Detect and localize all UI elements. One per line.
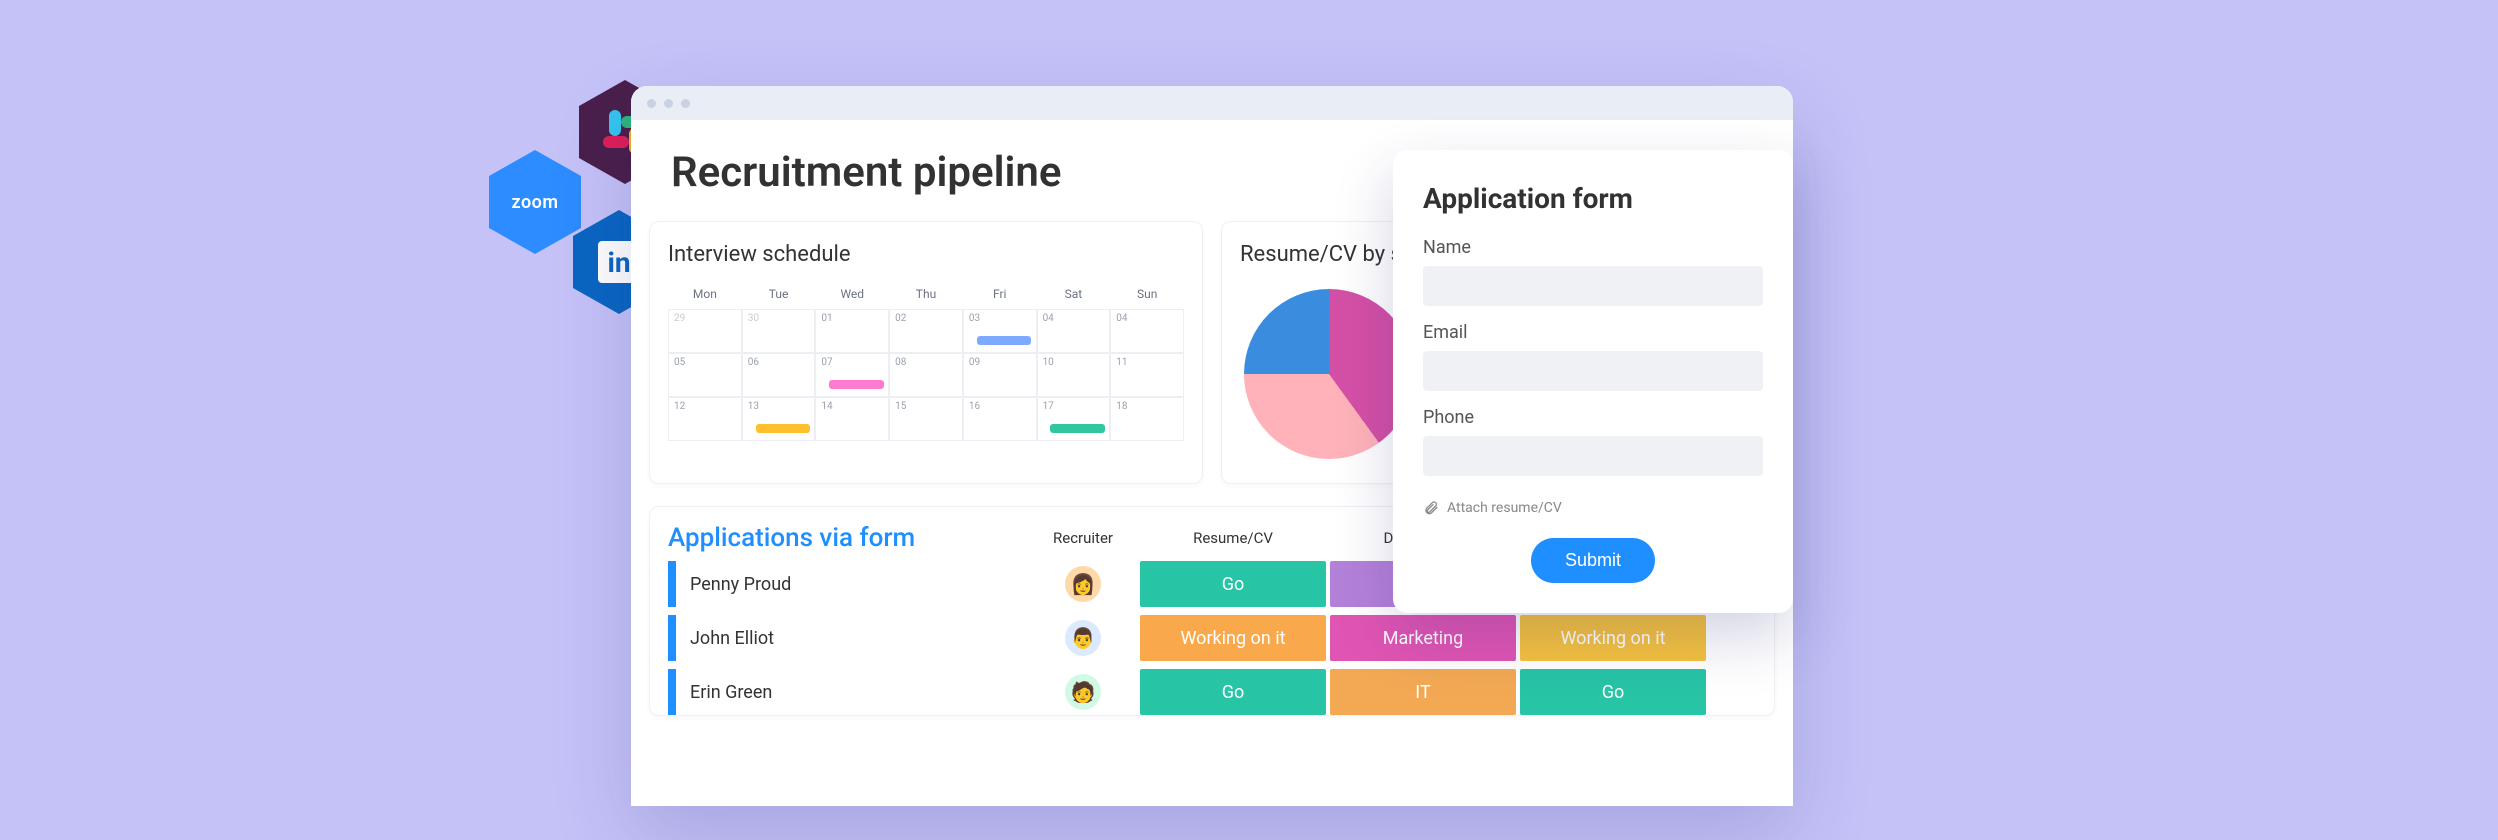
calendar-cell[interactable]: 03 xyxy=(963,309,1037,353)
calendar-cell[interactable]: 15 xyxy=(889,397,963,441)
applicant-name[interactable]: Penny Proud xyxy=(668,561,1028,607)
email-label: Email xyxy=(1423,322,1763,343)
recruiter-avatar[interactable]: 👨 xyxy=(1065,620,1101,656)
calendar-cell[interactable]: 16 xyxy=(963,397,1037,441)
calendar-cell[interactable]: 11 xyxy=(1110,353,1184,397)
calendar-cell[interactable]: 01 xyxy=(815,309,889,353)
column-header: Resume/CV xyxy=(1138,529,1328,547)
calendar-day-header: Sat xyxy=(1037,281,1111,309)
resume-status[interactable]: Working on it xyxy=(1140,615,1326,661)
calendar-event[interactable] xyxy=(829,380,884,389)
paperclip-icon xyxy=(1423,500,1439,516)
calendar-day-header: Wed xyxy=(815,281,889,309)
calendar-cell[interactable]: 06 xyxy=(742,353,816,397)
department-pill[interactable]: IT xyxy=(1330,669,1516,715)
interview-schedule-panel: Interview schedule MonTueWedThuFriSatSun… xyxy=(649,221,1203,484)
name-input[interactable] xyxy=(1423,266,1763,306)
calendar-cell[interactable]: 05 xyxy=(668,353,742,397)
calendar-day-header: Fri xyxy=(963,281,1037,309)
name-label: Name xyxy=(1423,237,1763,258)
application-form-card: Application form Name Email Phone Attach… xyxy=(1393,150,1793,613)
resume-status[interactable]: Go xyxy=(1140,561,1326,607)
calendar-cell[interactable]: 13 xyxy=(742,397,816,441)
calendar-cell[interactable]: 29 xyxy=(668,309,742,353)
phone-input[interactable] xyxy=(1423,436,1763,476)
resume-status[interactable]: Go xyxy=(1140,669,1326,715)
calendar-cell[interactable]: 07 xyxy=(815,353,889,397)
window-titlebar xyxy=(631,86,1793,120)
attach-resume-label: Attach resume/CV xyxy=(1447,500,1562,516)
calendar-day-header: Tue xyxy=(742,281,816,309)
window-dot xyxy=(647,99,656,108)
calendar-cell[interactable]: 30 xyxy=(742,309,816,353)
calendar-cell[interactable]: 10 xyxy=(1037,353,1111,397)
calendar-cell[interactable]: 04 xyxy=(1110,309,1184,353)
calendar-cell[interactable]: 12 xyxy=(668,397,742,441)
department-pill[interactable]: Marketing xyxy=(1330,615,1516,661)
zoom-icon: zoom xyxy=(489,150,581,254)
form-title: Application form xyxy=(1423,182,1763,215)
phone-label: Phone xyxy=(1423,407,1763,428)
calendar-cell[interactable]: 08 xyxy=(889,353,963,397)
calendar-cell[interactable]: 14 xyxy=(815,397,889,441)
calendar-event[interactable] xyxy=(1050,424,1105,433)
applicant-name[interactable]: Erin Green xyxy=(668,669,1028,715)
email-input[interactable] xyxy=(1423,351,1763,391)
panel-title: Interview schedule xyxy=(668,242,1184,267)
window-dot xyxy=(681,99,690,108)
calendar-cell[interactable]: 02 xyxy=(889,309,963,353)
calendar-cell[interactable]: 17 xyxy=(1037,397,1111,441)
phone-interview-status[interactable]: Working on it xyxy=(1520,615,1706,661)
calendar-event[interactable] xyxy=(977,336,1032,345)
column-header: Recruiter xyxy=(1028,529,1138,547)
calendar-cell[interactable]: 04 xyxy=(1037,309,1111,353)
resume-source-pie-chart xyxy=(1244,289,1414,459)
calendar-event[interactable] xyxy=(756,424,811,433)
calendar-cell[interactable]: 18 xyxy=(1110,397,1184,441)
submit-button[interactable]: Submit xyxy=(1531,538,1655,583)
recruiter-avatar[interactable]: 👩 xyxy=(1065,566,1101,602)
calendar-day-header: Mon xyxy=(668,281,742,309)
phone-interview-status[interactable]: Go xyxy=(1520,669,1706,715)
calendar-cell[interactable]: 09 xyxy=(963,353,1037,397)
window-dot xyxy=(664,99,673,108)
recruiter-avatar[interactable]: 🧑 xyxy=(1065,674,1101,710)
applications-title: Applications via form xyxy=(668,523,1028,553)
calendar-day-header: Thu xyxy=(889,281,963,309)
calendar-day-header: Sun xyxy=(1110,281,1184,309)
applicant-name[interactable]: John Elliot xyxy=(668,615,1028,661)
attach-resume-link[interactable]: Attach resume/CV xyxy=(1423,500,1763,516)
